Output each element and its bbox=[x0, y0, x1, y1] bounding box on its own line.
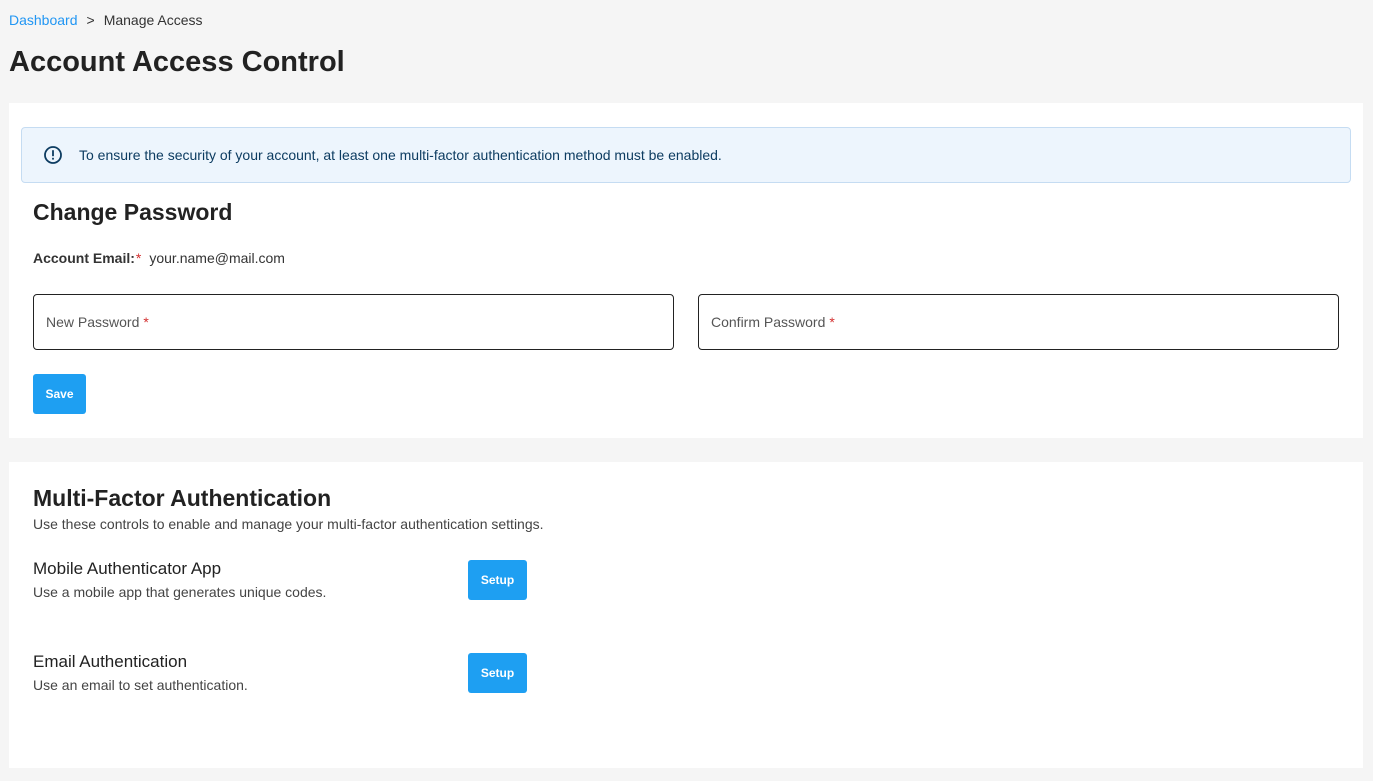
confirm-password-field[interactable]: Confirm Password * bbox=[698, 294, 1339, 350]
save-button[interactable]: Save bbox=[33, 374, 86, 414]
mfa-card: Multi-Factor Authentication Use these co… bbox=[9, 462, 1363, 768]
new-password-placeholder: New Password bbox=[46, 314, 140, 330]
breadcrumb-current: Manage Access bbox=[103, 12, 203, 28]
account-email-label: Account Email: bbox=[33, 250, 135, 266]
account-email-value: your.name@mail.com bbox=[149, 250, 285, 266]
breadcrumb: Dashboard > Manage Access bbox=[9, 12, 203, 28]
required-asterisk: * bbox=[829, 314, 835, 330]
setup-mobile-authenticator-button[interactable]: Setup bbox=[468, 560, 527, 600]
account-email-row: Account Email: * your.name@mail.com bbox=[33, 250, 285, 266]
email-authentication-description: Use an email to set authentication. bbox=[33, 677, 248, 693]
mfa-description: Use these controls to enable and manage … bbox=[33, 516, 544, 532]
mfa-required-alert: To ensure the security of your account, … bbox=[21, 127, 1351, 183]
breadcrumb-separator: > bbox=[86, 12, 95, 28]
setup-email-authentication-button[interactable]: Setup bbox=[468, 653, 527, 693]
alert-message: To ensure the security of your account, … bbox=[79, 147, 722, 163]
change-password-card: To ensure the security of your account, … bbox=[9, 103, 1363, 438]
required-asterisk: * bbox=[135, 250, 142, 266]
new-password-field[interactable]: New Password * bbox=[33, 294, 674, 350]
email-authentication-title: Email Authentication bbox=[33, 652, 188, 671]
page-title: Account Access Control bbox=[9, 46, 345, 78]
mfa-title: Multi-Factor Authentication bbox=[33, 485, 332, 511]
confirm-password-placeholder: Confirm Password bbox=[711, 314, 826, 330]
breadcrumb-dashboard-link[interactable]: Dashboard bbox=[9, 12, 78, 28]
info-circle-icon bbox=[43, 145, 63, 165]
required-asterisk: * bbox=[143, 314, 149, 330]
change-password-title: Change Password bbox=[33, 199, 233, 225]
mobile-authenticator-description: Use a mobile app that generates unique c… bbox=[33, 584, 327, 600]
mobile-authenticator-title: Mobile Authenticator App bbox=[33, 559, 222, 578]
